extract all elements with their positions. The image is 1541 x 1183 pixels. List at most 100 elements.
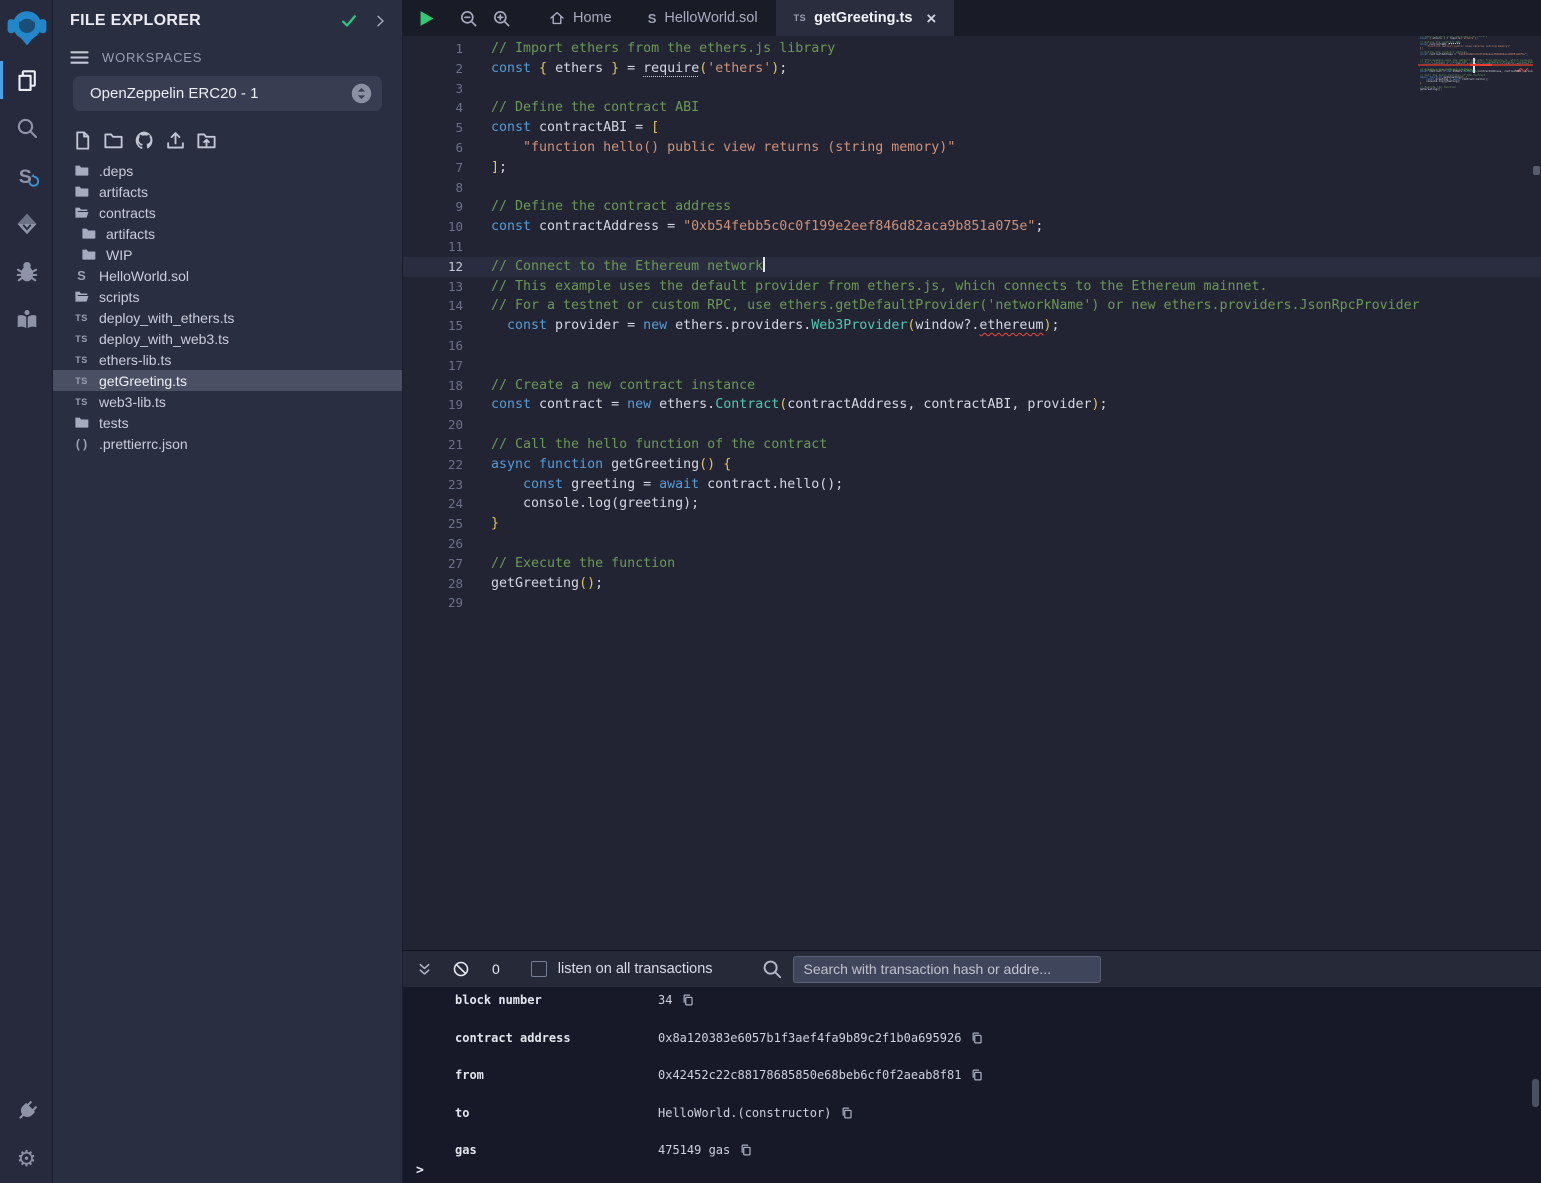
tree-item-web3-lib-ts[interactable]: TS web3-lib.ts bbox=[53, 391, 402, 412]
text-cursor bbox=[763, 257, 765, 272]
clear-console-icon[interactable] bbox=[452, 960, 470, 978]
upload-folder-icon[interactable] bbox=[195, 129, 217, 151]
code-line-8[interactable]: 8 bbox=[403, 178, 1541, 198]
tree-item-wip[interactable]: WIP bbox=[53, 244, 402, 265]
code-line-13[interactable]: 13// This example uses the default provi… bbox=[403, 277, 1541, 297]
upload-file-icon[interactable] bbox=[164, 129, 186, 151]
code-line-18[interactable]: 18// Create a new contract instance bbox=[403, 376, 1541, 396]
zoom-out-icon[interactable] bbox=[459, 9, 478, 28]
tree-item--prettierrc-json[interactable]: ( ) .prettierrc.json bbox=[53, 433, 402, 454]
code-line-27[interactable]: 27// Execute the function bbox=[403, 554, 1541, 574]
tab-helloworld-sol[interactable]: S HelloWorld.sol bbox=[630, 0, 776, 36]
code-line-9[interactable]: 9// Define the contract address bbox=[403, 197, 1541, 217]
minimap-error-marker bbox=[1418, 64, 1533, 66]
tree-item-deploy-with-web3-ts[interactable]: TS deploy_with_web3.ts bbox=[53, 328, 402, 349]
copy-icon[interactable] bbox=[840, 1106, 854, 1120]
code-line-5[interactable]: 5const contractABI = [ bbox=[403, 118, 1541, 138]
ts-icon: TS bbox=[73, 313, 90, 323]
learneth-button[interactable] bbox=[0, 296, 53, 344]
code-line-22[interactable]: 22async function getGreeting() { bbox=[403, 455, 1541, 475]
editor-region: Home S HelloWorld.sol TS getGreeting.ts … bbox=[403, 0, 1541, 1183]
chevron-right-icon[interactable] bbox=[372, 13, 388, 29]
panel-title: FILE EXPLORER bbox=[70, 12, 326, 30]
close-tab-icon[interactable]: × bbox=[926, 10, 936, 27]
listen-transactions-checkbox[interactable] bbox=[531, 961, 547, 977]
new-folder-icon[interactable] bbox=[102, 129, 124, 151]
updown-circle-icon[interactable] bbox=[351, 83, 372, 104]
tree-item-label: ethers-lib.ts bbox=[99, 352, 171, 368]
terminal-scrollbar-thumb[interactable] bbox=[1532, 1079, 1539, 1107]
tree-item-ethers-lib-ts[interactable]: TS ethers-lib.ts bbox=[53, 349, 402, 370]
tree-item-tests[interactable]: tests bbox=[53, 412, 402, 433]
code-line-24[interactable]: 24 console.log(greeting); bbox=[403, 494, 1541, 514]
tree-item-deploy-with-ethers-ts[interactable]: TS deploy_with_ethers.ts bbox=[53, 307, 402, 328]
code-line-25[interactable]: 25} bbox=[403, 514, 1541, 534]
code-line-14[interactable]: 14// For a testnet or custom RPC, use et… bbox=[403, 296, 1541, 316]
tab-home[interactable]: Home bbox=[531, 0, 630, 36]
plugin-manager-button[interactable] bbox=[0, 1087, 53, 1135]
terminal-collapse-icon[interactable] bbox=[416, 961, 433, 978]
deploy-run-button[interactable] bbox=[0, 200, 53, 248]
play-icon[interactable] bbox=[417, 9, 436, 28]
search-button[interactable] bbox=[0, 104, 53, 152]
code-line-1[interactable]: 1// Import ethers from the ethers.js lib… bbox=[403, 39, 1541, 59]
accept-check-icon[interactable] bbox=[340, 12, 358, 30]
github-icon[interactable] bbox=[133, 129, 155, 151]
code-line-28[interactable]: 28getGreeting(); bbox=[403, 574, 1541, 594]
copy-icon[interactable] bbox=[739, 1143, 753, 1157]
debugger-button[interactable] bbox=[0, 248, 53, 296]
ts-icon: TS bbox=[794, 13, 807, 23]
code-line-20[interactable]: 20 bbox=[403, 415, 1541, 435]
terminal-prompt[interactable]: > bbox=[416, 1163, 424, 1178]
copy-icon[interactable] bbox=[681, 993, 695, 1007]
code-line-10[interactable]: 10const contractAddress = "0xb54febb5c0c… bbox=[403, 217, 1541, 237]
terminal-search-input[interactable] bbox=[793, 956, 1101, 983]
workspace-select[interactable]: OpenZeppelin ERC20 - 1 bbox=[73, 76, 382, 111]
file-explorer-button[interactable] bbox=[0, 56, 53, 104]
code-line-3[interactable]: 3 bbox=[403, 79, 1541, 99]
terminal-search-icon bbox=[761, 958, 783, 980]
remix-logo[interactable] bbox=[0, 0, 53, 56]
tree-item-artifacts[interactable]: artifacts bbox=[53, 181, 402, 202]
tree-item-getgreeting-ts[interactable]: TS getGreeting.ts bbox=[53, 370, 402, 391]
code-line-23[interactable]: 23 const greeting = await contract.hello… bbox=[403, 475, 1541, 495]
code-line-12[interactable]: 12// Connect to the Ethereum network bbox=[403, 257, 1541, 277]
minimap[interactable]: 1// Import ethers from the ethers.js lib… bbox=[1418, 36, 1533, 156]
settings-button[interactable]: ⚙ bbox=[0, 1135, 53, 1183]
code-line-26[interactable]: 26 bbox=[403, 534, 1541, 554]
tree-item--deps[interactable]: .deps bbox=[53, 160, 402, 181]
tree-item-label: scripts bbox=[99, 289, 139, 305]
code-line-15[interactable]: 15 const provider = new ethers.providers… bbox=[403, 316, 1541, 336]
terminal-body[interactable]: block number 34 contract address 0x8a120… bbox=[403, 987, 1541, 1183]
tree-item-scripts[interactable]: scripts bbox=[53, 286, 402, 307]
code-line-17[interactable]: 17 bbox=[403, 356, 1541, 376]
code-line-10[interactable]: 10const contractAddress = "0xb54febb5c0c… bbox=[1418, 54, 1533, 56]
code-line-19[interactable]: 19const contract = new ethers.Contract(c… bbox=[403, 395, 1541, 415]
copy-icon[interactable] bbox=[970, 1068, 984, 1082]
solidity-compiler-button[interactable]: S bbox=[0, 152, 53, 200]
code-line-7[interactable]: 7]; bbox=[403, 158, 1541, 178]
tree-item-contracts[interactable]: contracts bbox=[53, 202, 402, 223]
editor-scrollbar-thumb[interactable] bbox=[1533, 166, 1540, 175]
zoom-in-icon[interactable] bbox=[492, 9, 511, 28]
workspaces-menu-icon[interactable] bbox=[70, 50, 89, 65]
code-line-21[interactable]: 21// Call the hello function of the cont… bbox=[403, 435, 1541, 455]
code-line-4[interactable]: 4// Define the contract ABI bbox=[403, 98, 1541, 118]
tree-item-helloworld-sol[interactable]: S HelloWorld.sol bbox=[53, 265, 402, 286]
code-line-11[interactable]: 11 bbox=[403, 237, 1541, 257]
code-line-2[interactable]: 2const { ethers } = require('ethers'); bbox=[403, 59, 1541, 79]
tree-item-label: web3-lib.ts bbox=[99, 394, 166, 410]
new-file-icon[interactable] bbox=[71, 129, 93, 151]
code-line-29[interactable]: 29 bbox=[1418, 91, 1533, 93]
tx-detail-value: 475149 gas bbox=[658, 1143, 730, 1157]
copy-icon[interactable] bbox=[970, 1031, 984, 1045]
code-line-29[interactable]: 29 bbox=[403, 593, 1541, 613]
tab-getgreeting-ts[interactable]: TS getGreeting.ts × bbox=[776, 0, 955, 36]
tree-item-artifacts[interactable]: artifacts bbox=[53, 223, 402, 244]
code-line-16[interactable]: 16 bbox=[403, 336, 1541, 356]
code-line-6[interactable]: 6 "function hello() public view returns … bbox=[403, 138, 1541, 158]
code-area[interactable]: 1// Import ethers from the ethers.js lib… bbox=[403, 36, 1541, 613]
tree-item-label: getGreeting.ts bbox=[99, 373, 187, 389]
editor-body[interactable]: 1// Import ethers from the ethers.js lib… bbox=[403, 36, 1541, 950]
tx-detail-label: gas bbox=[455, 1143, 658, 1157]
